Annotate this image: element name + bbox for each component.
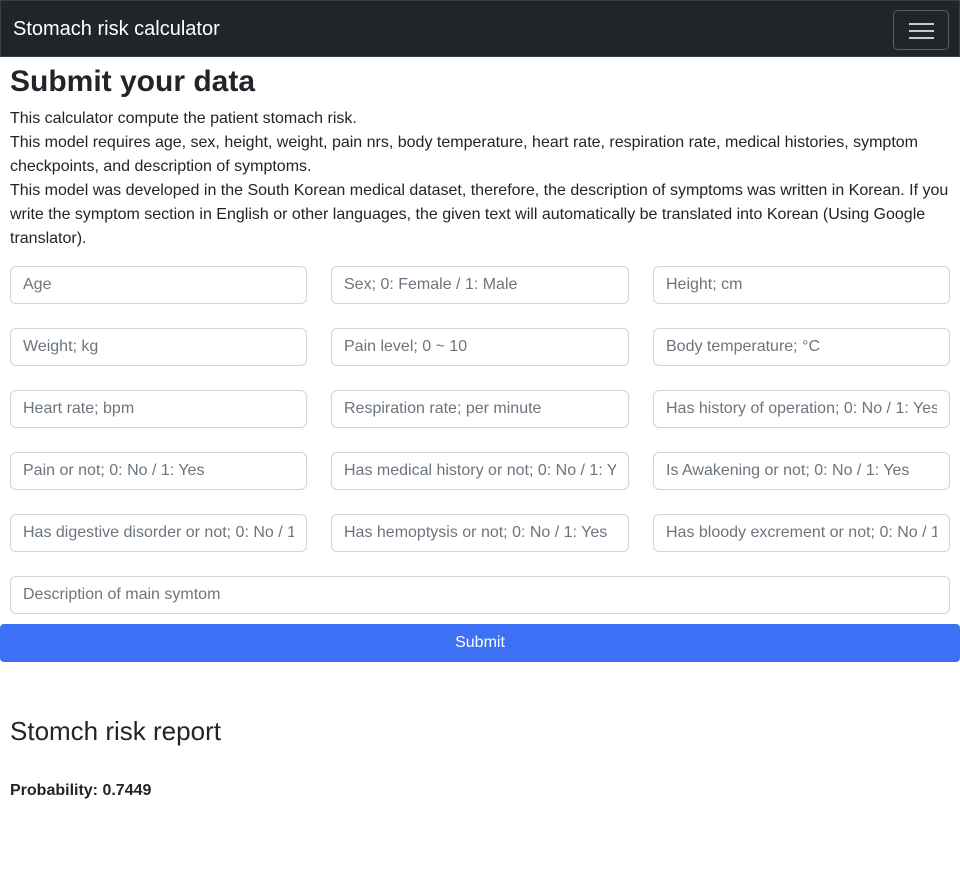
description-line-2: This model requires age, sex, height, we… xyxy=(10,134,918,175)
menu-bar-top xyxy=(909,23,934,25)
respiration-rate-input[interactable] xyxy=(331,390,629,428)
medical-history-input[interactable] xyxy=(331,452,629,490)
pain-level-input[interactable] xyxy=(331,328,629,366)
probability-result: Probability: 0.7449 xyxy=(10,782,152,799)
bloody-excrement-input[interactable] xyxy=(653,514,950,552)
hamburger-menu-icon[interactable] xyxy=(893,10,949,50)
submit-button[interactable]: Submit xyxy=(0,624,960,662)
navbar: Stomach risk calculator xyxy=(0,0,960,57)
heart-rate-input[interactable] xyxy=(10,390,307,428)
description-line-3: This model was developed in the South Ko… xyxy=(10,182,949,247)
digestive-disorder-input[interactable] xyxy=(10,514,307,552)
menu-bar-middle xyxy=(909,30,934,32)
age-input[interactable] xyxy=(10,266,307,304)
pain-or-not-input[interactable] xyxy=(10,452,307,490)
page-title: Submit your data xyxy=(10,65,256,98)
menu-bar-bottom xyxy=(909,37,934,39)
report-title: Stomch risk report xyxy=(10,716,221,746)
sex-input[interactable] xyxy=(331,266,629,304)
description-block: This calculator compute the patient stom… xyxy=(10,107,950,251)
height-input[interactable] xyxy=(653,266,950,304)
brand-title[interactable]: Stomach risk calculator xyxy=(13,17,220,41)
weight-input[interactable] xyxy=(10,328,307,366)
hemoptysis-input[interactable] xyxy=(331,514,629,552)
body-temperature-input[interactable] xyxy=(653,328,950,366)
symptom-description-input[interactable] xyxy=(10,576,950,614)
operation-history-input[interactable] xyxy=(653,390,950,428)
awakening-input[interactable] xyxy=(653,452,950,490)
description-line-1: This calculator compute the patient stom… xyxy=(10,110,357,127)
